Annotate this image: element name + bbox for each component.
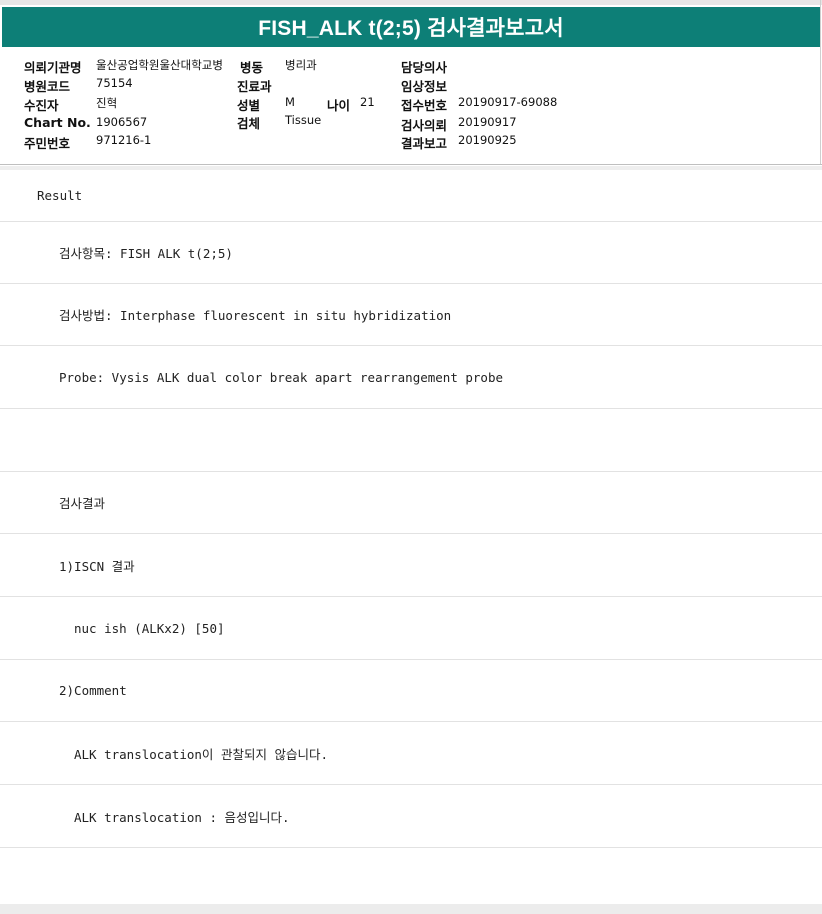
- report-date-value: 20190925: [458, 133, 517, 147]
- receipt-no-label: 접수번호: [401, 98, 448, 113]
- request-value: 20190917: [458, 115, 517, 129]
- resident-no-value: 971216-1: [96, 133, 152, 147]
- chart-no-label: Chart No.: [24, 115, 91, 130]
- hospital-code-label: 병원코드: [24, 79, 71, 94]
- result-heading: Result: [37, 188, 83, 203]
- test-result-heading: 검사결과: [59, 496, 106, 511]
- result-heading-row: Result: [0, 170, 822, 222]
- report-date-label: 결과보고: [401, 136, 448, 151]
- probe-row: Probe: Vysis ALK dual color break apart …: [0, 347, 822, 409]
- test-item-text: 검사항목: FISH ALK t(2;5): [59, 246, 233, 261]
- doctor-label: 담당의사: [401, 60, 448, 75]
- blank-row: [0, 410, 822, 472]
- bottom-border: [0, 904, 822, 914]
- clinical-info-label: 임상정보: [401, 79, 448, 94]
- specimen-label: 검체: [237, 116, 261, 131]
- comment-line-1-row: ALK translocation이 관찰되지 않습니다.: [0, 723, 822, 785]
- sex-value: M: [285, 95, 295, 109]
- panel-right-border: [820, 0, 821, 165]
- department-label: 진료과: [237, 79, 272, 94]
- ward-value: 병리과: [285, 58, 317, 72]
- test-result-heading-row: 검사결과: [0, 472, 822, 534]
- report-page: FISH_ALK t(2;5) 검사결과보고서 의뢰기관명 울산공업학원울산대학…: [0, 0, 822, 914]
- iscn-result-row: nuc ish (ALKx2) [50]: [0, 598, 822, 660]
- hospital-code-value: 75154: [96, 76, 133, 90]
- comment-line-2-row: ALK translocation : 음성입니다.: [0, 786, 822, 848]
- title-bar: FISH_ALK t(2;5) 검사결과보고서: [2, 7, 820, 47]
- age-label: 나이: [327, 98, 351, 113]
- test-method-row: 검사방법: Interphase fluorescent in situ hyb…: [0, 284, 822, 346]
- request-label: 검사의뢰: [401, 118, 448, 133]
- chart-no-value: 1906567: [96, 115, 148, 129]
- test-item-row: 검사항목: FISH ALK t(2;5): [0, 222, 822, 284]
- ward-label: 병동: [240, 60, 264, 75]
- receipt-no-value: 20190917-69088: [458, 95, 558, 109]
- comment-heading-row: 2)Comment: [0, 660, 822, 722]
- comment-line-1: ALK translocation이 관찰되지 않습니다.: [74, 747, 329, 762]
- recipient-value: 진혁: [96, 96, 118, 110]
- institution-label: 의뢰기관명: [24, 60, 82, 75]
- iscn-heading: 1)ISCN 결과: [59, 559, 135, 574]
- iscn-heading-row: 1)ISCN 결과: [0, 535, 822, 597]
- age-value: 21: [360, 95, 375, 109]
- recipient-label: 수진자: [24, 98, 59, 113]
- comment-heading: 2)Comment: [59, 683, 127, 698]
- patient-info-panel: 의뢰기관명 울산공업학원울산대학교병 병동 병리과 담당의사 병원코드 7515…: [0, 50, 822, 165]
- test-method-text: 검사방법: Interphase fluorescent in situ hyb…: [59, 308, 452, 323]
- top-border: [0, 0, 822, 5]
- comment-line-2: ALK translocation : 음성입니다.: [74, 810, 290, 825]
- probe-text: Probe: Vysis ALK dual color break apart …: [59, 370, 504, 385]
- report-title: FISH_ALK t(2;5) 검사결과보고서: [258, 17, 564, 40]
- sex-label: 성별: [237, 98, 261, 113]
- header-divider: [0, 164, 822, 165]
- resident-no-label: 주민번호: [24, 136, 71, 151]
- specimen-value: Tissue: [285, 113, 322, 127]
- institution-value: 울산공업학원울산대학교병: [96, 58, 223, 72]
- iscn-result-text: nuc ish (ALKx2) [50]: [74, 621, 225, 636]
